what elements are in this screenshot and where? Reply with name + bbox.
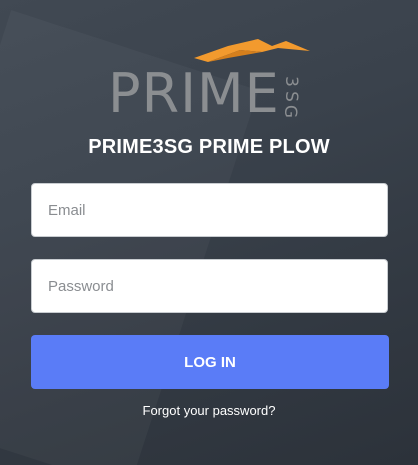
login-page: PRIME 3 S G PRIME3SG PRIME PLOW LOG IN F… bbox=[0, 0, 418, 465]
page-title: PRIME3SG PRIME PLOW bbox=[88, 136, 330, 158]
password-field[interactable] bbox=[31, 259, 388, 313]
logo-suffix-char: G bbox=[280, 104, 301, 119]
logo-wordmark: PRIME bbox=[108, 62, 280, 125]
email-field[interactable] bbox=[31, 183, 388, 237]
logo-suffix: 3 S G bbox=[279, 74, 301, 119]
prime3sg-logo: PRIME 3 S G bbox=[108, 36, 313, 126]
forgot-password-link[interactable]: Forgot your password? bbox=[0, 403, 418, 418]
logo-suffix-char: S bbox=[280, 91, 301, 102]
logo-suffix-char: 3 bbox=[280, 76, 301, 87]
login-button[interactable]: LOG IN bbox=[31, 335, 389, 389]
